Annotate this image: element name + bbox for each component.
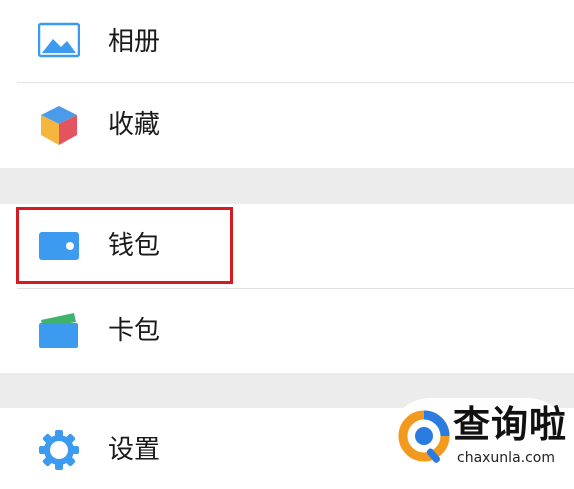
settings-gear-icon xyxy=(39,430,79,470)
card-wallet-icon xyxy=(39,313,78,348)
favorites-cube-icon xyxy=(41,106,77,145)
section-gap xyxy=(0,168,574,204)
menu-item-label: 相册 xyxy=(108,27,161,57)
photo-album-icon xyxy=(38,22,80,58)
menu-item-album[interactable]: 相册 xyxy=(0,0,574,83)
watermark: 查询啦 chaxunla.com xyxy=(390,398,568,478)
menu-item-favorites[interactable]: 收藏 xyxy=(0,83,574,168)
magnifier-logo-icon xyxy=(398,410,450,463)
watermark-title: 查询啦 xyxy=(453,403,567,446)
menu-item-label: 卡包 xyxy=(108,316,161,346)
watermark-url: chaxunla.com xyxy=(457,450,555,466)
menu-item-label: 设置 xyxy=(108,435,161,465)
menu-item-card-wallet[interactable]: 卡包 xyxy=(0,289,574,373)
highlight-box xyxy=(16,207,233,284)
menu-item-label: 收藏 xyxy=(108,110,161,140)
